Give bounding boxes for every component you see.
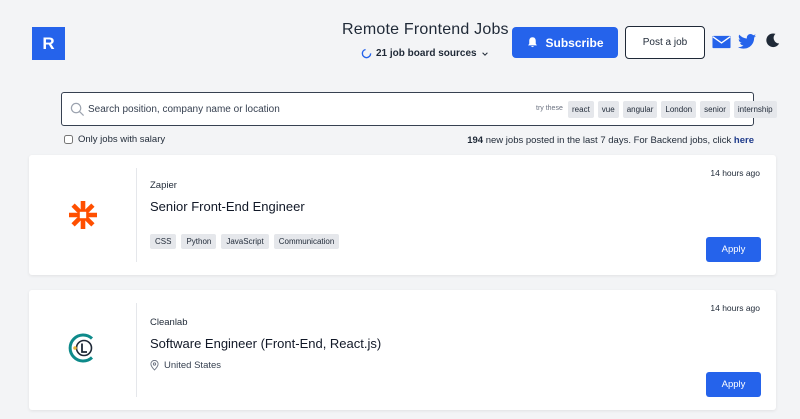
- suggestion-tag-internship[interactable]: internship: [733, 101, 777, 118]
- suggestion-tag-senior[interactable]: senior: [700, 101, 730, 118]
- chevron-down-icon: [481, 51, 488, 56]
- salary-filter[interactable]: Only jobs with salary: [64, 134, 165, 145]
- job-title[interactable]: Senior Front-End Engineer: [150, 199, 305, 214]
- try-these-label: try these: [536, 105, 563, 112]
- backend-jobs-link[interactable]: here: [734, 135, 754, 146]
- skill-tag: CSS: [150, 234, 177, 249]
- salary-checkbox[interactable]: [64, 135, 73, 144]
- twitter-icon[interactable]: [738, 34, 756, 49]
- skill-tag: Communication: [273, 234, 340, 249]
- job-card[interactable]: Cleanlab Software Engineer (Front-End, R…: [29, 290, 776, 410]
- location-label: United States: [164, 360, 222, 371]
- subscribe-label: Subscribe: [545, 35, 604, 50]
- apply-button[interactable]: Apply: [706, 372, 761, 397]
- posted-time: 14 hours ago: [710, 168, 760, 178]
- mail-icon[interactable]: [712, 35, 731, 49]
- suggestion-tag-react[interactable]: react: [568, 101, 594, 118]
- moon-icon[interactable]: [764, 32, 781, 49]
- job-location: United States: [150, 360, 221, 371]
- cleanlab-logo: [68, 333, 94, 363]
- posted-time: 14 hours ago: [710, 303, 760, 313]
- subscribe-button[interactable]: Subscribe: [512, 27, 618, 58]
- job-card[interactable]: Zapier Senior Front-End Engineer 14 hour…: [29, 155, 776, 275]
- jobs-stats-text: new jobs posted in the last 7 days. For …: [483, 135, 734, 146]
- apply-button[interactable]: Apply: [706, 237, 761, 262]
- skill-tags: CSS Python JavaScript Communication: [150, 234, 340, 249]
- job-title[interactable]: Software Engineer (Front-End, React.js): [150, 336, 381, 351]
- skill-tag: JavaScript: [221, 234, 269, 249]
- jobs-count: 194: [467, 135, 484, 146]
- zapier-logo: [69, 201, 97, 229]
- location-pin-icon: [150, 360, 159, 371]
- search-input[interactable]: [88, 99, 448, 119]
- skill-tag: Python: [181, 234, 217, 249]
- suggestion-tag-angular[interactable]: angular: [622, 101, 658, 118]
- post-job-button[interactable]: Post a job: [625, 26, 705, 59]
- card-divider: [136, 303, 137, 397]
- card-divider: [136, 168, 137, 262]
- loading-spinner-icon: [361, 48, 372, 59]
- search-icon: [70, 102, 85, 117]
- job-sources-label: 21 job board sources: [376, 48, 477, 59]
- bell-icon: [528, 37, 538, 48]
- site-logo[interactable]: R: [32, 27, 65, 60]
- company-name: Cleanlab: [150, 317, 188, 328]
- suggestion-tag-vue[interactable]: vue: [597, 101, 619, 118]
- company-name: Zapier: [150, 180, 177, 191]
- page-title: Remote Frontend Jobs: [342, 21, 509, 38]
- jobs-stats: 194 new jobs posted in the last 7 days. …: [467, 135, 754, 146]
- suggestion-tag-london[interactable]: London: [661, 101, 697, 118]
- search-bar: try these react vue angular London senio…: [61, 92, 777, 126]
- job-sources-dropdown[interactable]: 21 job board sources: [361, 48, 489, 59]
- search-suggestions: react vue angular London senior internsh…: [568, 101, 777, 118]
- salary-filter-label: Only jobs with salary: [78, 134, 166, 145]
